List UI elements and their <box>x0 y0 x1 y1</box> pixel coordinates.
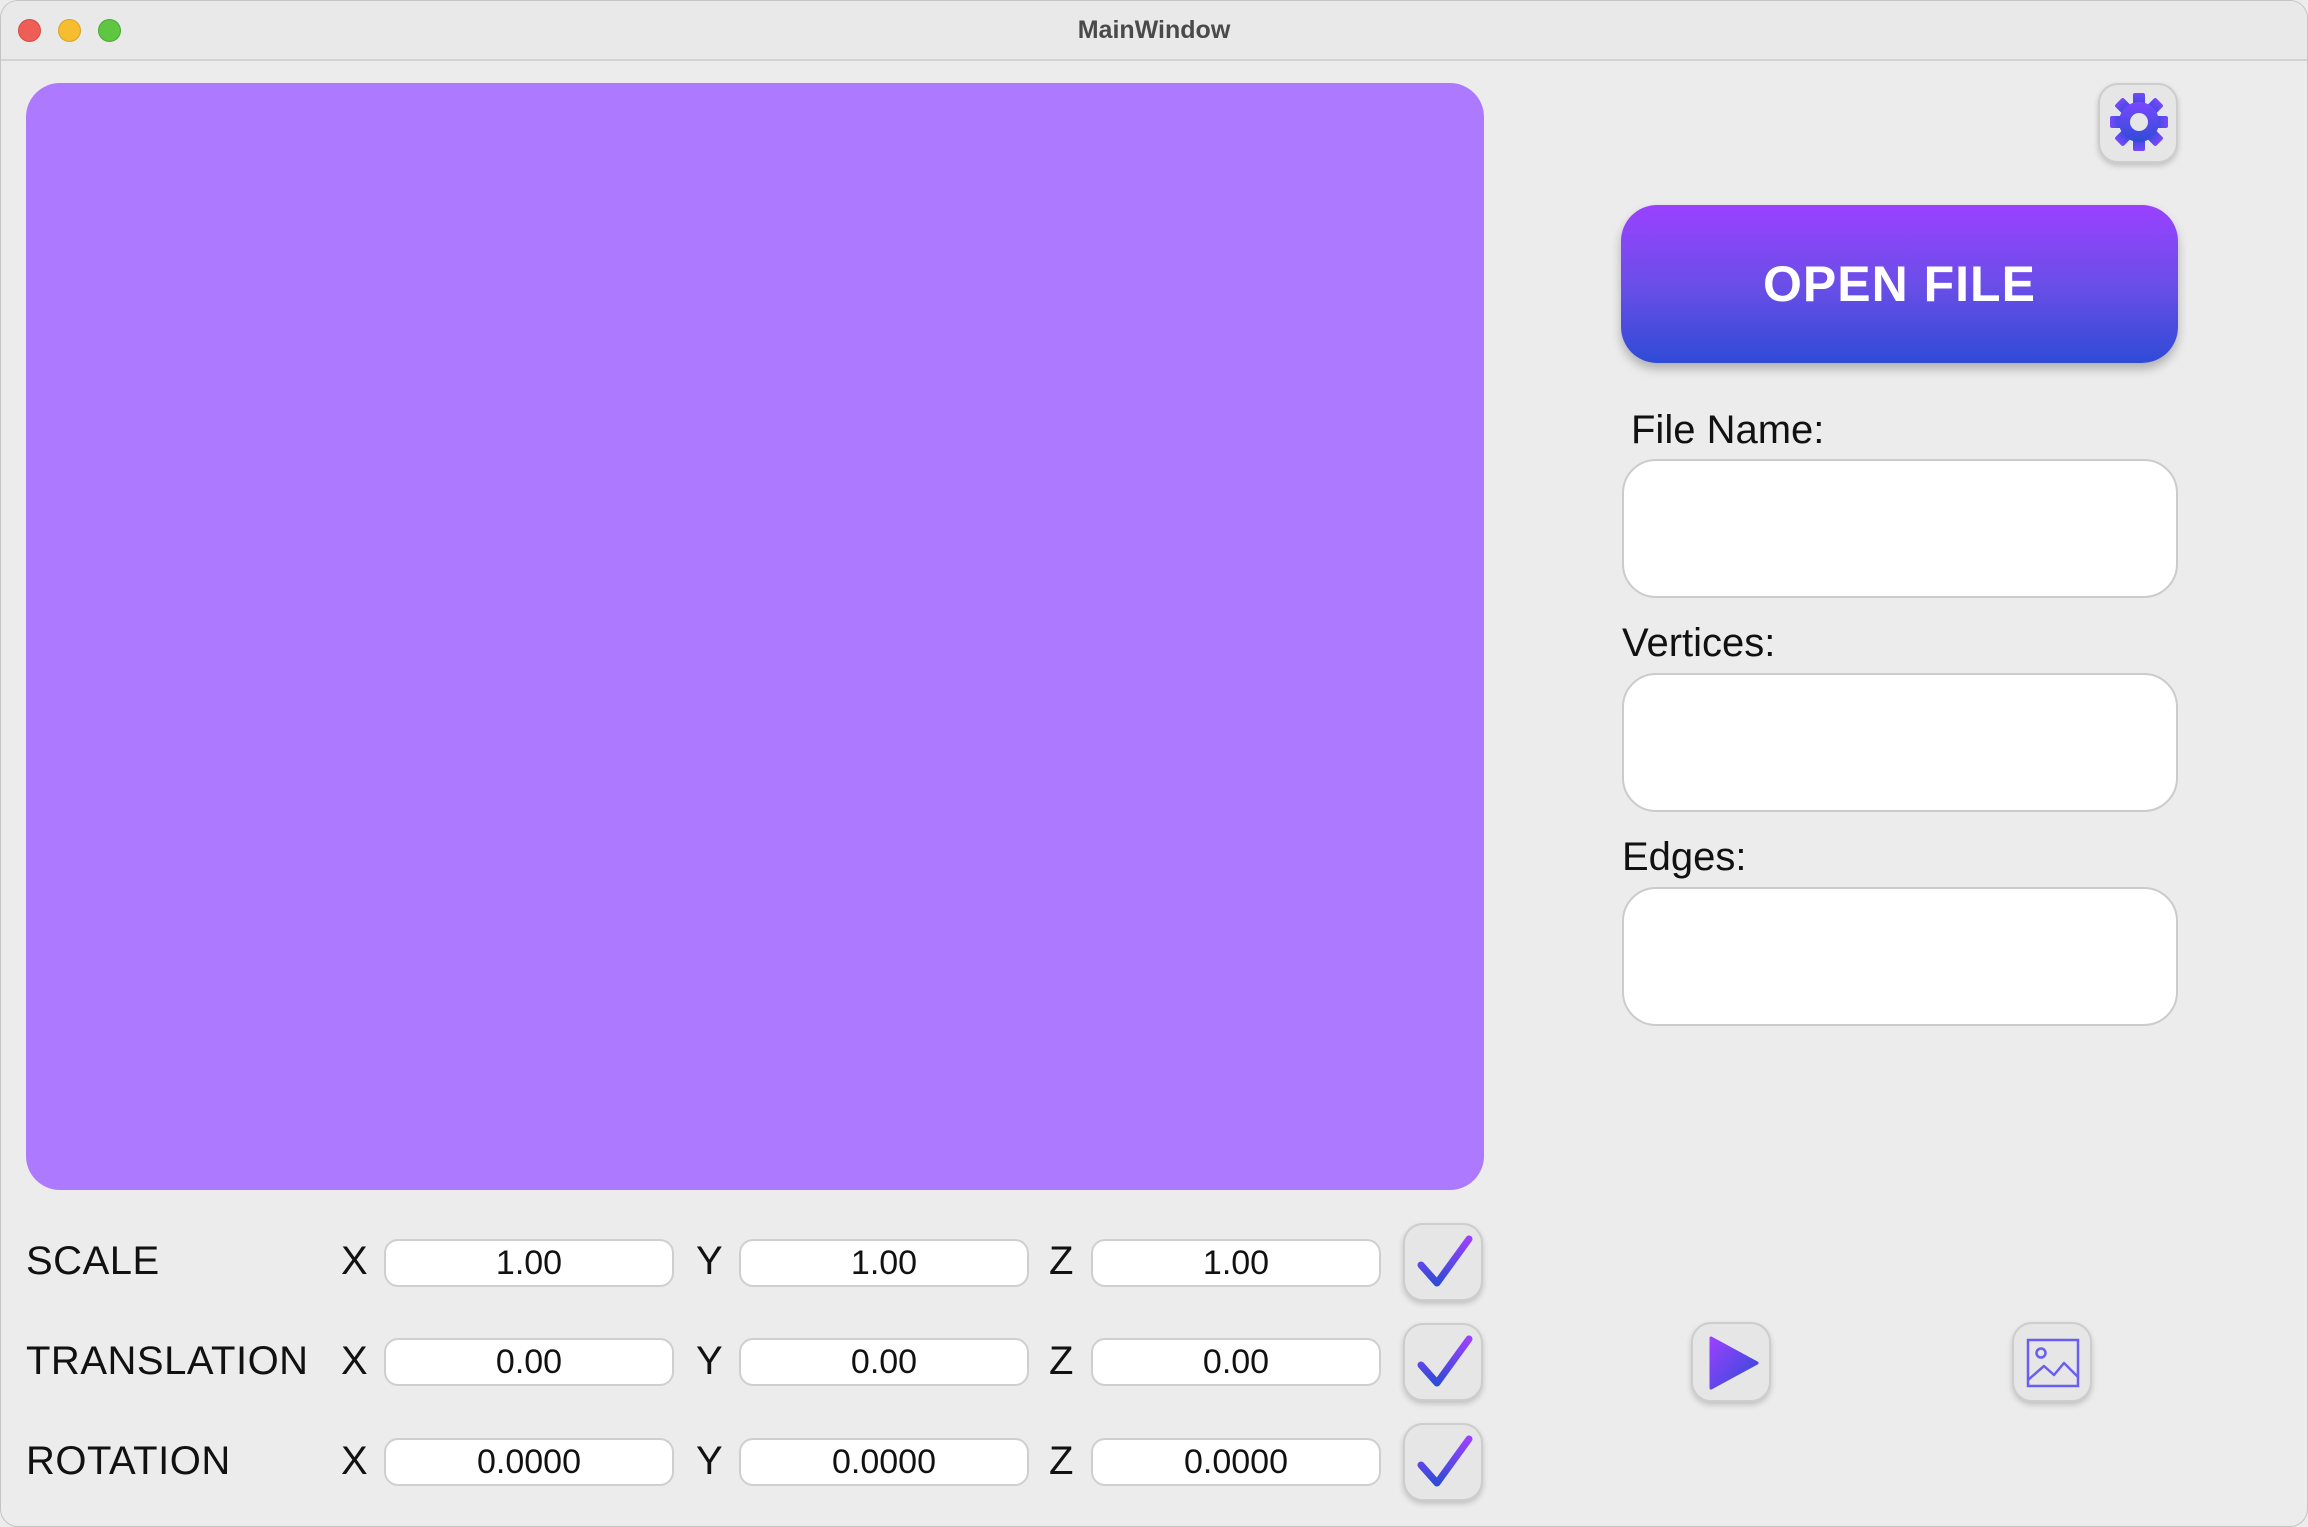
scale-z-label: Z <box>1049 1239 1074 1283</box>
rotation-x-label: X <box>341 1439 368 1483</box>
scale-x-label: X <box>341 1239 368 1283</box>
translation-label: TRANSLATION <box>26 1339 309 1383</box>
scale-x-input[interactable] <box>384 1239 674 1287</box>
title-bar: MainWindow <box>1 1 2307 61</box>
image-icon <box>2026 1338 2080 1388</box>
settings-button[interactable] <box>2098 83 2178 163</box>
translation-z-input[interactable] <box>1091 1338 1381 1386</box>
checkmark-icon <box>1417 1435 1473 1487</box>
rotation-y-label: Y <box>696 1439 723 1483</box>
translation-x-input[interactable] <box>384 1338 674 1386</box>
translation-x-label: X <box>341 1339 368 1383</box>
rotation-y-input[interactable] <box>739 1438 1029 1486</box>
scale-z-input[interactable] <box>1091 1239 1381 1287</box>
file-name-label: File Name: <box>1631 408 1825 452</box>
apply-translation-button[interactable] <box>1403 1323 1483 1401</box>
edges-field[interactable] <box>1622 887 2178 1026</box>
translation-z-label: Z <box>1049 1339 1074 1383</box>
play-icon <box>1709 1336 1759 1390</box>
render-viewport[interactable] <box>26 83 1484 1190</box>
edges-label: Edges: <box>1622 835 1747 879</box>
scale-label: SCALE <box>26 1239 160 1283</box>
main-window: MainWindow SCALE X Y Z TRANSLATION X Y Z… <box>0 0 2308 1527</box>
vertices-field[interactable] <box>1622 673 2178 812</box>
rotation-label: ROTATION <box>26 1439 231 1483</box>
checkmark-icon <box>1417 1335 1473 1387</box>
apply-rotation-button[interactable] <box>1403 1423 1483 1501</box>
scale-y-input[interactable] <box>739 1239 1029 1287</box>
checkmark-icon <box>1417 1235 1473 1287</box>
vertices-label: Vertices: <box>1622 621 1776 665</box>
rotation-z-label: Z <box>1049 1439 1074 1483</box>
rotation-x-input[interactable] <box>384 1438 674 1486</box>
rotation-z-input[interactable] <box>1091 1438 1381 1486</box>
gear-icon <box>2110 93 2168 151</box>
apply-scale-button[interactable] <box>1403 1223 1483 1301</box>
file-name-field[interactable] <box>1622 459 2178 598</box>
translation-y-label: Y <box>696 1339 723 1383</box>
open-file-button[interactable]: OPEN FILE <box>1621 205 2178 363</box>
screenshot-button[interactable] <box>2012 1322 2092 1402</box>
scale-y-label: Y <box>696 1239 723 1283</box>
translation-y-input[interactable] <box>739 1338 1029 1386</box>
play-button[interactable] <box>1691 1322 1771 1402</box>
window-title: MainWindow <box>1077 16 1231 44</box>
